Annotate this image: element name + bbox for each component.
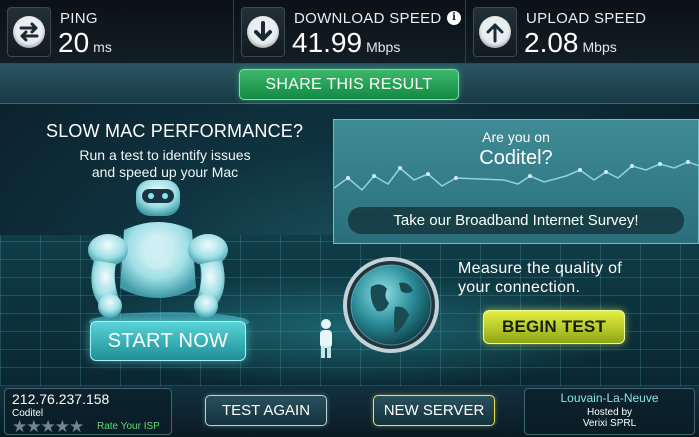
server-city[interactable]: Louvain-La-Neuve xyxy=(524,391,695,405)
download-result: DOWNLOAD SPEED i 41.99 Mbps xyxy=(233,0,464,64)
share-result-button[interactable]: SHARE THIS RESULT xyxy=(239,69,459,100)
survey-cta-button[interactable]: Take our Broadband Internet Survey! xyxy=(348,207,684,234)
ping-number: 20 xyxy=(58,27,90,58)
download-number: 41.99 xyxy=(292,27,363,58)
rating-stars-icon[interactable]: ★★★★★ xyxy=(12,418,84,435)
upload-arrow-icon xyxy=(479,16,511,48)
server-sponsor: Verixi SPRL xyxy=(582,418,637,429)
upload-result: UPLOAD SPEED 2.08 Mbps xyxy=(465,0,699,64)
ping-arrows-icon xyxy=(13,16,45,48)
survey-ad[interactable]: Are you on Coditel? Take our Broadband I… xyxy=(333,119,699,244)
download-unit: Mbps xyxy=(366,39,401,55)
begin-test-button[interactable]: BEGIN TEST xyxy=(483,310,625,344)
start-now-button[interactable]: START NOW xyxy=(90,321,246,361)
test-again-button[interactable]: TEST AGAIN xyxy=(205,395,327,426)
upload-unit: Mbps xyxy=(582,39,617,55)
info-icon[interactable]: i xyxy=(447,11,461,25)
mac-ad-line1: Run a test to identify issues xyxy=(79,147,251,163)
survey-trend-graphic xyxy=(334,160,699,192)
measure-line1: Measure the quality of xyxy=(458,260,623,277)
upload-value: 2.08 Mbps xyxy=(524,27,617,59)
globe-radar-icon xyxy=(343,257,439,353)
new-server-button[interactable]: NEW SERVER xyxy=(373,395,495,426)
measure-text: Measure the quality of your connection. xyxy=(458,259,622,297)
results-bar: PING 20 ms DOWNLOAD SPEED i 41.99 Mbps UPL… xyxy=(0,0,699,64)
hosted-by-label: Hosted by xyxy=(586,407,633,418)
ping-result: PING 20 ms xyxy=(0,0,232,64)
download-value: 41.99 Mbps xyxy=(292,27,400,59)
robot-mascot-icon xyxy=(88,180,249,330)
upload-icon-box xyxy=(473,7,517,57)
download-label: DOWNLOAD SPEED xyxy=(294,10,442,27)
person-icon xyxy=(320,319,332,358)
measure-line2: your connection. xyxy=(458,279,581,296)
rate-isp-link[interactable]: Rate Your ISP xyxy=(97,421,160,432)
mac-ad-line2: and speed up your Mac xyxy=(91,164,239,180)
download-arrow-icon xyxy=(247,16,279,48)
ping-label: PING xyxy=(60,10,98,27)
download-icon-box xyxy=(241,7,285,57)
mac-ad-subtitle: Run a test to identify issues and speed … xyxy=(60,147,270,181)
ping-value: 20 ms xyxy=(58,27,112,59)
mac-ad-title: SLOW MAC PERFORMANCE? xyxy=(46,121,304,141)
upload-label: UPLOAD SPEED xyxy=(526,10,647,27)
upload-number: 2.08 xyxy=(524,27,579,58)
ip-address: 212.76.237.158 xyxy=(12,391,110,407)
ping-icon-box xyxy=(7,7,51,57)
ping-unit: ms xyxy=(93,39,112,55)
survey-question: Are you on xyxy=(482,129,550,145)
